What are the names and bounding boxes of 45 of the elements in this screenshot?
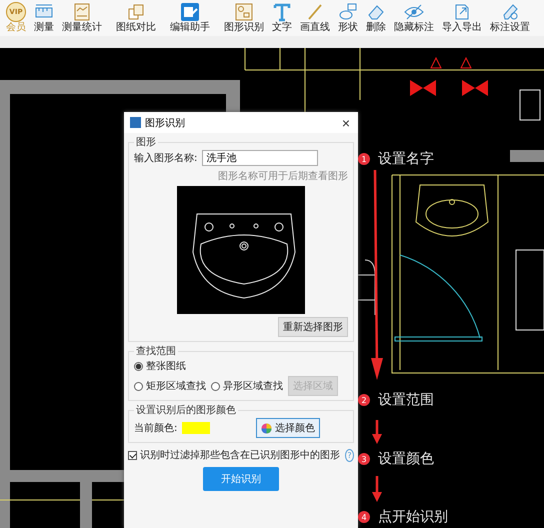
down-arrow bbox=[372, 420, 382, 444]
shapes-icon bbox=[234, 2, 254, 22]
toolbar-button[interactable]: 文字 bbox=[268, 0, 296, 36]
step-label: 设置范围 bbox=[378, 391, 434, 409]
step-number: 1 bbox=[358, 153, 370, 165]
radio-option[interactable]: 整张图纸 bbox=[134, 359, 186, 373]
color-wheel-icon bbox=[261, 422, 272, 434]
shapes-icon bbox=[338, 2, 358, 22]
filter-checkbox[interactable]: 识别时过滤掉那些包含在已识别图形中的图形 bbox=[128, 448, 340, 462]
field-label: 当前颜色: bbox=[134, 422, 178, 435]
step-number: 3 bbox=[358, 453, 370, 465]
toolbar-button[interactable]: 测量 bbox=[30, 0, 58, 36]
radio-option[interactable]: 异形区域查找 bbox=[211, 379, 283, 393]
step-label: 设置名字 bbox=[378, 150, 434, 168]
toolbar-button[interactable]: 测量统计 bbox=[58, 0, 106, 36]
hint-text: 图形名称可用于后期查看图形 bbox=[217, 170, 348, 183]
wall-drawing bbox=[510, 150, 544, 162]
close-button[interactable]: × bbox=[340, 116, 352, 130]
step-label: 设置颜色 bbox=[378, 450, 434, 468]
step-number: 2 bbox=[358, 394, 370, 406]
toolbar-button[interactable]: 编辑助手 bbox=[166, 0, 214, 36]
toolbar-button[interactable]: 形状 bbox=[334, 0, 362, 36]
toolbar-button[interactable]: 画直线 bbox=[296, 0, 334, 36]
group-title: 图形 bbox=[135, 136, 157, 149]
toolbar-button[interactable]: 图纸对比 bbox=[112, 0, 160, 36]
dialog-title: 图形识别 bbox=[145, 116, 186, 130]
step-label: 点开始识别 bbox=[378, 508, 448, 526]
chart-icon bbox=[72, 2, 92, 22]
name-field[interactable]: 洗手池 bbox=[202, 150, 318, 166]
group-title: 查找范围 bbox=[135, 344, 177, 358]
step-number: 4 bbox=[358, 511, 370, 523]
toolbar-button[interactable]: 隐藏标注 bbox=[390, 0, 438, 36]
toolbar-button[interactable]: 删除 bbox=[362, 0, 390, 36]
down-arrow bbox=[372, 476, 382, 502]
field-label: 输入图形名称: bbox=[134, 152, 198, 165]
toolbar-button[interactable]: 图形识别 bbox=[220, 0, 268, 36]
radio-option[interactable]: 矩形区域查找 bbox=[134, 379, 206, 393]
app-icon bbox=[130, 117, 141, 128]
reselect-button[interactable]: 重新选择图形 bbox=[278, 317, 348, 337]
toolbar-button[interactable]: 导入导出 bbox=[438, 0, 486, 36]
group-title: 设置识别后的图形颜色 bbox=[135, 404, 237, 417]
choose-color-button[interactable]: 选择颜色 bbox=[256, 418, 320, 438]
text-icon bbox=[272, 2, 292, 22]
eye-icon bbox=[404, 2, 424, 22]
toolbar-button[interactable]: 标注设置 bbox=[486, 0, 534, 36]
